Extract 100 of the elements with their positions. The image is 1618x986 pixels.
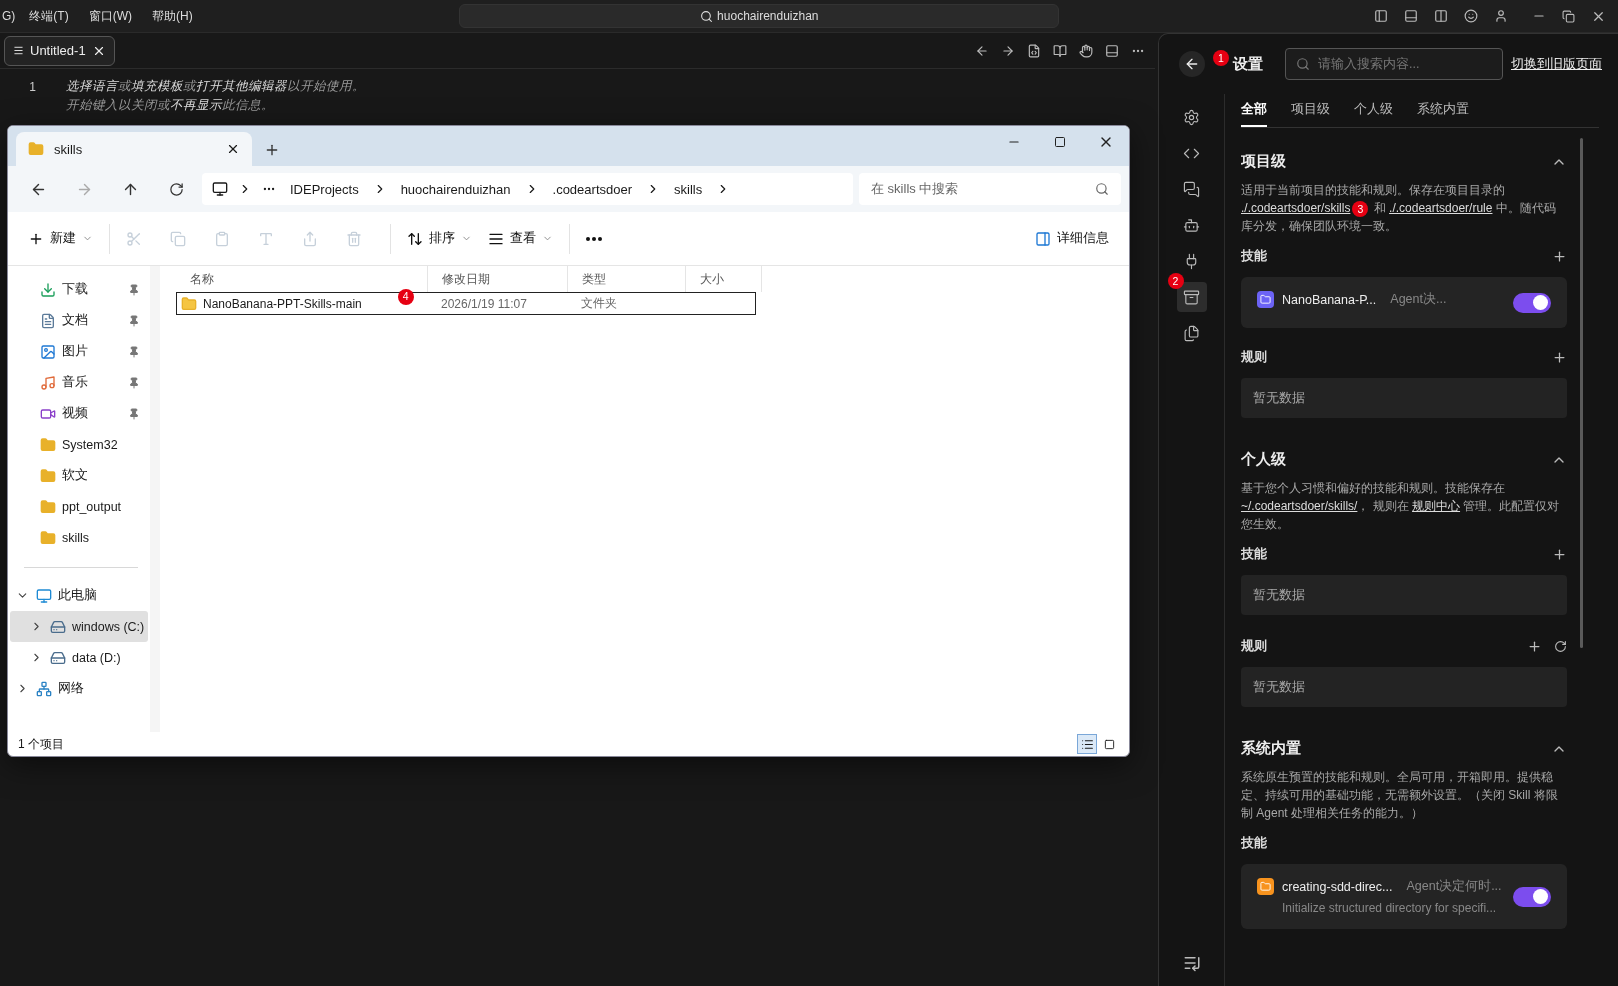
breadcrumb-item[interactable]: .codeartsdoer [548, 179, 636, 199]
nav-item[interactable]: ppt_output [10, 491, 148, 522]
group-title: 技能 [1241, 545, 1267, 563]
chat-icon [1183, 180, 1200, 198]
nav-item[interactable]: 网络 [10, 673, 148, 704]
scissors-icon [126, 230, 142, 247]
add-icon[interactable] [1552, 349, 1567, 365]
section-title: 系统内置 [1241, 739, 1301, 758]
address-bar[interactable]: IDEProjects huochairenduizhan .codeartsdoer skills [202, 173, 853, 205]
search-field[interactable]: 在 skills 中搜索 [859, 173, 1121, 205]
folder-icon [40, 498, 56, 515]
line-number: 1 [28, 79, 37, 94]
menu-item[interactable]: 终端(T) [21, 3, 77, 29]
picture-icon [40, 343, 56, 360]
search-icon [1095, 182, 1109, 196]
path-link[interactable]: ~/.codeartsdoer/skills/ [1241, 499, 1358, 513]
drive-icon [50, 649, 66, 666]
details-button[interactable]: 详细信息 [1029, 221, 1115, 256]
view-button[interactable]: 查看 [482, 221, 559, 256]
number-badge: 1 [1213, 50, 1229, 66]
group-title: 规则 [1241, 348, 1267, 366]
nav-item[interactable]: System32 [10, 429, 148, 460]
nav-item[interactable]: 此电脑 [10, 580, 148, 611]
document-icon [40, 312, 56, 329]
nav-item[interactable]: 图片 [10, 336, 148, 367]
nav-item[interactable]: data (D:) [10, 642, 148, 673]
editor-hint: 开始键入以关闭或不再显示此信息。 [66, 97, 274, 114]
path-link[interactable]: ./.codeartsdoer/rule [1389, 201, 1493, 215]
section-description: 系统原生预置的技能和规则。全局可用，开箱即用。提供稳定、持续可用的基础功能，无需额外设置。（关闭 Skill 将限制 Agent 处理相关任务的能力。） [1241, 769, 1559, 822]
breadcrumb-item[interactable]: huochairenduizhan [396, 179, 515, 199]
toggle-switch[interactable] [1513, 886, 1551, 907]
menu-item[interactable]: G) [0, 5, 18, 27]
folder-icon [28, 141, 44, 157]
search-icon [700, 9, 714, 23]
sort-button[interactable]: 排序 [401, 221, 478, 256]
search-icon [1296, 57, 1310, 71]
path-link[interactable]: 规则中心 [1412, 499, 1461, 513]
breadcrumb-item[interactable]: skills [670, 179, 707, 199]
section-title: 个人级 [1241, 450, 1286, 469]
nav-item[interactable]: 下载 [10, 274, 148, 305]
file-row[interactable]: NanoBanana-PPT-Skills-main 4 2026/1/19 11:07 文件夹 [176, 292, 756, 315]
breadcrumb-item[interactable]: IDEProjects [286, 179, 363, 199]
tab[interactable]: 个人级 [1354, 94, 1393, 127]
folder-icon [40, 529, 56, 546]
editor-hint: 选择语言或填充模板或打开其他编辑器以开始使用。 [66, 78, 365, 95]
skill-description: Initialize structured directory for specifi... [1282, 901, 1498, 915]
nav-item[interactable]: 文档 [10, 305, 148, 336]
files-icon [1183, 324, 1200, 342]
panel-icon [1035, 230, 1051, 247]
section-title: 项目级 [1241, 152, 1286, 171]
number-badge: 2 [1167, 273, 1184, 289]
tab[interactable]: 项目级 [1291, 94, 1330, 127]
add-icon[interactable] [1527, 638, 1542, 654]
nav-item[interactable]: 软文 [10, 460, 148, 491]
skill-trigger: Agent决定何时... [1406, 878, 1502, 895]
menu-item[interactable]: 帮助(H) [144, 3, 201, 29]
box-icon [1183, 288, 1200, 306]
back-button[interactable] [1179, 51, 1205, 77]
close-icon[interactable] [226, 142, 240, 156]
skill-trigger: Agent决... [1390, 291, 1447, 308]
download-icon [40, 281, 56, 298]
folder-icon [40, 467, 56, 484]
empty-state: 暂无数据 [1241, 667, 1567, 707]
monitor-icon [36, 587, 52, 604]
nav-item[interactable]: skills [10, 522, 148, 553]
menu-item[interactable]: 窗口(W) [80, 3, 140, 29]
date-cell-text: 2026/1/19 11:07 [440, 296, 528, 311]
new-button[interactable]: 新建 [22, 221, 99, 256]
empty-state: 暂无数据 [1241, 575, 1567, 615]
number-badge: 4 [397, 288, 414, 305]
toggle-switch[interactable] [1513, 292, 1551, 313]
nav-item[interactable]: 音乐 [10, 367, 148, 398]
tab[interactable]: 全部 [1241, 94, 1267, 127]
group-title: 技能 [1241, 247, 1267, 265]
switch-link[interactable]: 切换到旧版页面 [1511, 55, 1602, 73]
add-icon[interactable] [1552, 546, 1567, 562]
collapse-icon[interactable] [1182, 954, 1201, 972]
sort-icon [407, 230, 423, 247]
sidebar-box-button[interactable] [1176, 282, 1207, 312]
refresh-icon[interactable] [1554, 639, 1567, 653]
file-name: NanoBanana-PPT-Skills-main [203, 296, 362, 311]
rename-icon [258, 230, 274, 247]
search-field[interactable]: 请输入搜索内容... [1285, 48, 1503, 80]
editor-tab[interactable]: Untitled-1 [4, 35, 115, 66]
folder-icon [40, 436, 56, 453]
share-icon [302, 230, 318, 247]
nav-item[interactable]: windows (C:) [10, 611, 148, 642]
nav-item[interactable]: 视频 [10, 398, 148, 429]
trash-icon [346, 230, 362, 247]
music-icon [40, 374, 56, 391]
command-search-field[interactable]: huochairenduizhan [459, 4, 1060, 28]
more-icon [586, 236, 602, 241]
details-view-button[interactable] [1077, 734, 1097, 754]
explorer-tab[interactable]: skills [16, 132, 252, 166]
path-link[interactable]: ./.codeartsdoer/skills [1241, 201, 1351, 215]
settings-icon [1183, 108, 1200, 126]
skill-name: creating-sdd-direc... [1282, 879, 1393, 894]
add-icon[interactable] [1552, 248, 1567, 264]
maximize-icon [1054, 136, 1066, 148]
tab[interactable]: 系统内置 [1417, 94, 1469, 127]
